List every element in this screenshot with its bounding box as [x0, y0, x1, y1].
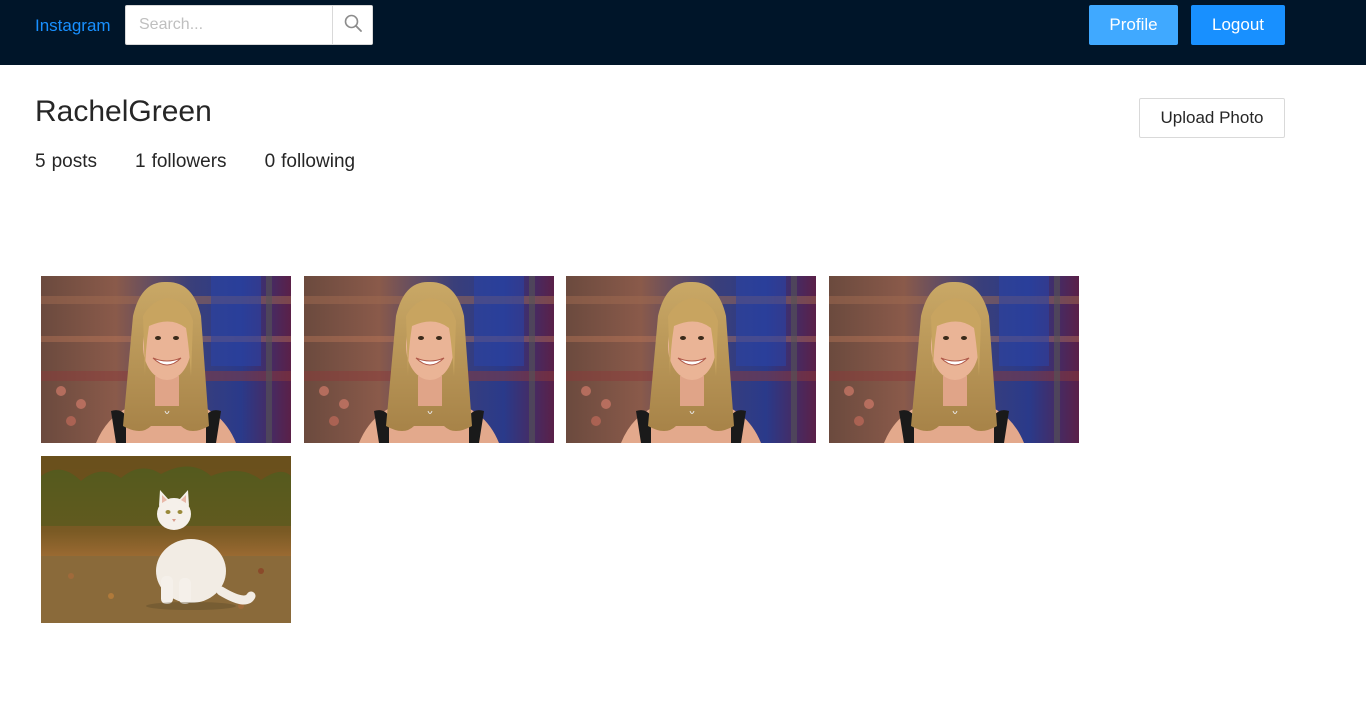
- smiling-woman-photo: [566, 276, 816, 443]
- posts-count: 5: [35, 151, 46, 172]
- profile-username: RachelGreen: [35, 95, 212, 128]
- search-button[interactable]: [332, 6, 372, 44]
- posts-stat: 5 posts: [35, 150, 97, 174]
- followers-count: 1: [135, 151, 146, 172]
- upload-photo-button[interactable]: Upload Photo: [1139, 98, 1285, 138]
- brand-link[interactable]: Instagram: [35, 16, 111, 36]
- photo-thumbnail[interactable]: [566, 276, 816, 443]
- following-count: 0: [264, 151, 276, 172]
- following-label: following: [281, 151, 356, 172]
- smiling-woman-photo: [304, 276, 554, 443]
- profile-button[interactable]: Profile: [1089, 5, 1178, 45]
- photo-thumbnail[interactable]: [829, 276, 1079, 443]
- photo-thumbnail[interactable]: [41, 276, 291, 443]
- photo-thumbnail[interactable]: [304, 276, 554, 443]
- followers-label: followers: [151, 151, 227, 172]
- following-stat[interactable]: 0 following: [265, 150, 356, 174]
- profile-stats: 5 posts 1 followers 0 following: [35, 150, 393, 174]
- white-cat-photo: [41, 456, 291, 623]
- posts-label: posts: [51, 151, 97, 172]
- followers-stat[interactable]: 1 followers: [135, 150, 227, 174]
- smiling-woman-photo: [829, 276, 1079, 443]
- search-box: [125, 5, 373, 45]
- search-icon: [344, 14, 362, 37]
- smiling-woman-photo: [41, 276, 291, 443]
- top-navbar: Instagram Profile Logout: [0, 0, 1366, 65]
- logout-button[interactable]: Logout: [1191, 5, 1285, 45]
- photo-thumbnail[interactable]: [41, 456, 291, 623]
- search-input[interactable]: [126, 6, 332, 44]
